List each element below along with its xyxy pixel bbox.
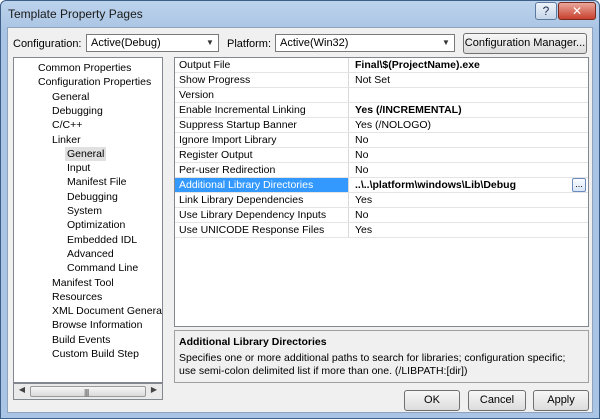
property-row[interactable]: Show Progress Not Set [175,73,588,88]
scroll-thumb[interactable]: |||| [30,386,146,397]
tree-item[interactable]: Command Line [67,261,138,275]
property-row[interactable]: Ignore Import Library No [175,133,588,148]
description-text: Specifies one or more additional paths t… [179,352,566,377]
tree-item[interactable]: Debugging [52,104,103,118]
property-value[interactable]: Final\$(ProjectName).exe [355,59,480,71]
property-row[interactable]: Link Library Dependencies Yes [175,193,588,208]
tree-item[interactable]: Browse Information [52,318,142,332]
apply-button[interactable]: Apply [533,390,589,411]
property-row[interactable]: Use Library Dependency Inputs No [175,208,588,223]
property-row[interactable]: Version [175,88,588,103]
property-value[interactable]: No [355,134,368,146]
property-name: Enable Incremental Linking [179,104,306,116]
property-name: Show Progress [179,74,251,86]
property-name: Output File [179,59,231,71]
property-row[interactable]: Enable Incremental Linking Yes (/INCREMEN… [175,103,588,118]
tree-item[interactable]: General [52,90,89,104]
property-value[interactable]: Yes (/INCREMENTAL) [355,104,462,116]
window-title: Template Property Pages [8,7,143,21]
title-bar[interactable]: Template Property Pages ? ✕ [1,1,599,27]
tree-item[interactable]: System [67,204,102,218]
property-name: Use Library Dependency Inputs [179,209,327,221]
property-name: Version [179,89,215,101]
property-value[interactable]: No [355,164,368,176]
property-name: Per-user Redirection [179,164,276,176]
property-value[interactable]: ..\..\platform\windows\Lib\Debug [355,179,516,191]
tree-item[interactable]: Resources [52,290,102,304]
property-name: Suppress Startup Banner [179,119,297,131]
ok-button[interactable]: OK [404,390,460,411]
configuration-value: Active(Debug) [91,37,161,49]
tree-horizontal-scrollbar[interactable]: ◀ |||| ▶ [13,383,163,400]
configuration-label: Configuration: [13,38,82,50]
chevron-down-icon: ▼ [442,38,450,47]
tree-item[interactable]: C/C++ [52,118,82,132]
cancel-button[interactable]: Cancel [468,390,526,411]
property-tree[interactable]: Common Properties Configuration Propertie… [13,57,163,383]
property-row[interactable]: Use UNICODE Response Files Yes [175,223,588,238]
tree-item[interactable]: Linker [52,133,81,147]
tree-item[interactable]: Optimization [67,218,125,232]
property-value[interactable]: No [355,149,368,161]
tree-item[interactable]: Common Properties [38,61,131,75]
browse-ellipsis-button[interactable]: ... [572,178,586,192]
platform-value: Active(Win32) [280,37,349,49]
property-pages-window: Template Property Pages ? ✕ Configuratio… [0,0,600,419]
dialog-body: Configuration: Active(Debug) ▼ Platform:… [7,27,593,413]
description-title: Additional Library Directories [179,336,327,348]
scroll-right-icon[interactable]: ▶ [147,385,161,394]
property-value[interactable]: Yes [355,194,372,206]
tree-item[interactable]: XML Document Generator [52,304,162,318]
property-row[interactable]: Output File Final\$(ProjectName).exe [175,58,588,73]
property-name: Ignore Import Library [179,134,277,146]
property-value[interactable]: No [355,209,368,221]
platform-label: Platform: [227,38,272,50]
tree-item[interactable]: Advanced [67,247,114,261]
tree-item[interactable]: Custom Build Step [52,347,139,361]
property-row[interactable]: Suppress Startup Banner Yes (/NOLOGO) [175,118,588,133]
property-name: Additional Library Directories [175,178,348,192]
tree-item[interactable]: General [65,146,107,161]
property-row[interactable]: Per-user Redirection No [175,163,588,178]
tree-item[interactable]: Embedded IDL [67,233,137,247]
property-value[interactable]: Yes [355,224,372,236]
platform-dropdown[interactable]: Active(Win32) ▼ [275,34,455,52]
tree-item[interactable]: Manifest Tool [52,276,114,290]
property-name: Use UNICODE Response Files [179,224,325,236]
property-row[interactable]: Additional Library Directories ..\..\plat… [175,178,588,193]
property-grid[interactable]: Output File Final\$(ProjectName).exe Show … [174,57,589,327]
grip-icon: |||| [84,388,89,397]
tree-item[interactable]: Debugging [67,190,118,204]
close-button[interactable]: ✕ [558,2,596,20]
property-row[interactable]: Register Output No [175,148,588,163]
description-panel: Additional Library Directories Specifies… [174,330,589,383]
configuration-dropdown[interactable]: Active(Debug) ▼ [86,34,219,52]
property-name: Link Library Dependencies [179,194,304,206]
help-button[interactable]: ? [535,2,557,20]
property-name: Register Output [179,149,253,161]
property-value[interactable]: Yes (/NOLOGO) [355,119,431,131]
tree-item[interactable]: Build Events [52,333,110,347]
chevron-down-icon: ▼ [206,38,214,47]
tree-item[interactable]: Configuration Properties [38,75,151,89]
tree-item[interactable]: Input [67,161,90,175]
property-value[interactable]: Not Set [355,74,390,86]
tree-item[interactable]: Manifest File [67,175,127,189]
scroll-left-icon[interactable]: ◀ [15,385,29,394]
configuration-manager-button[interactable]: Configuration Manager... [463,33,587,54]
